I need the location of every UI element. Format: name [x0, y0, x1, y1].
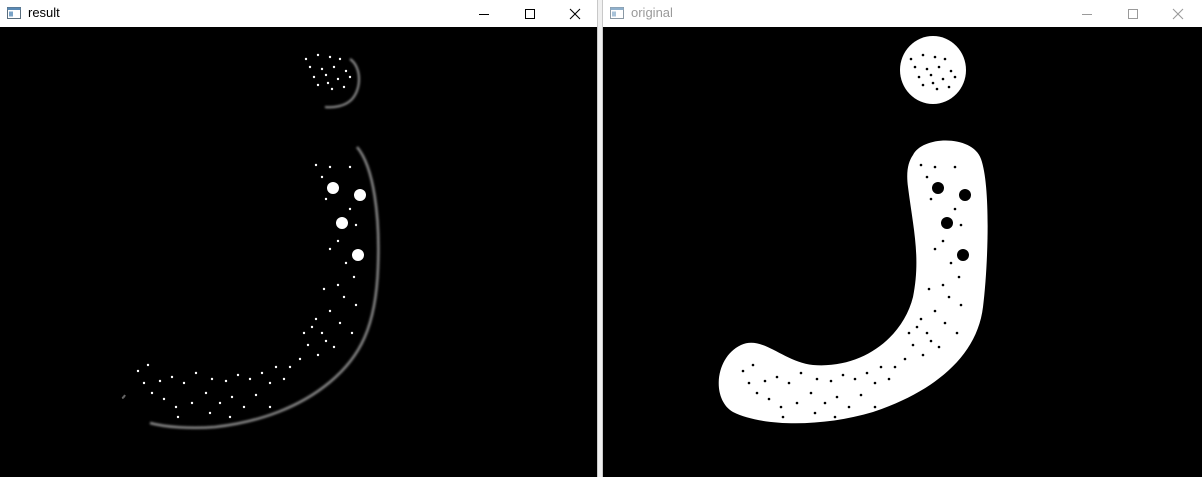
result-window: result: [0, 0, 598, 477]
result-close-button[interactable]: [552, 0, 598, 27]
original-maximize-button[interactable]: [1110, 0, 1156, 27]
result-title: result: [28, 5, 60, 20]
result-maximize-button[interactable]: [507, 0, 553, 27]
maximize-icon: [525, 8, 535, 19]
minimize-icon: [479, 13, 489, 15]
dot-edge: [324, 58, 360, 109]
app-window-icon: [7, 7, 21, 19]
app-window-icon: [610, 7, 624, 19]
original-minimize-button[interactable]: [1064, 0, 1110, 27]
original-close-button[interactable]: [1155, 0, 1201, 27]
maximize-icon: [1128, 8, 1138, 19]
original-title: original: [631, 5, 673, 20]
original-image: [603, 27, 1202, 477]
j-body: [718, 140, 988, 424]
original-window: original: [602, 0, 1202, 477]
j-right-edge: [149, 146, 380, 430]
result-titlebar[interactable]: result: [0, 0, 597, 27]
minimize-icon: [1082, 13, 1092, 15]
close-icon: [569, 8, 581, 19]
close-icon: [1172, 8, 1184, 19]
j-dot: [900, 36, 966, 104]
result-minimize-button[interactable]: [461, 0, 507, 27]
j-left-edge: [121, 394, 126, 399]
original-titlebar[interactable]: original: [603, 0, 1202, 27]
result-image: [0, 27, 597, 477]
